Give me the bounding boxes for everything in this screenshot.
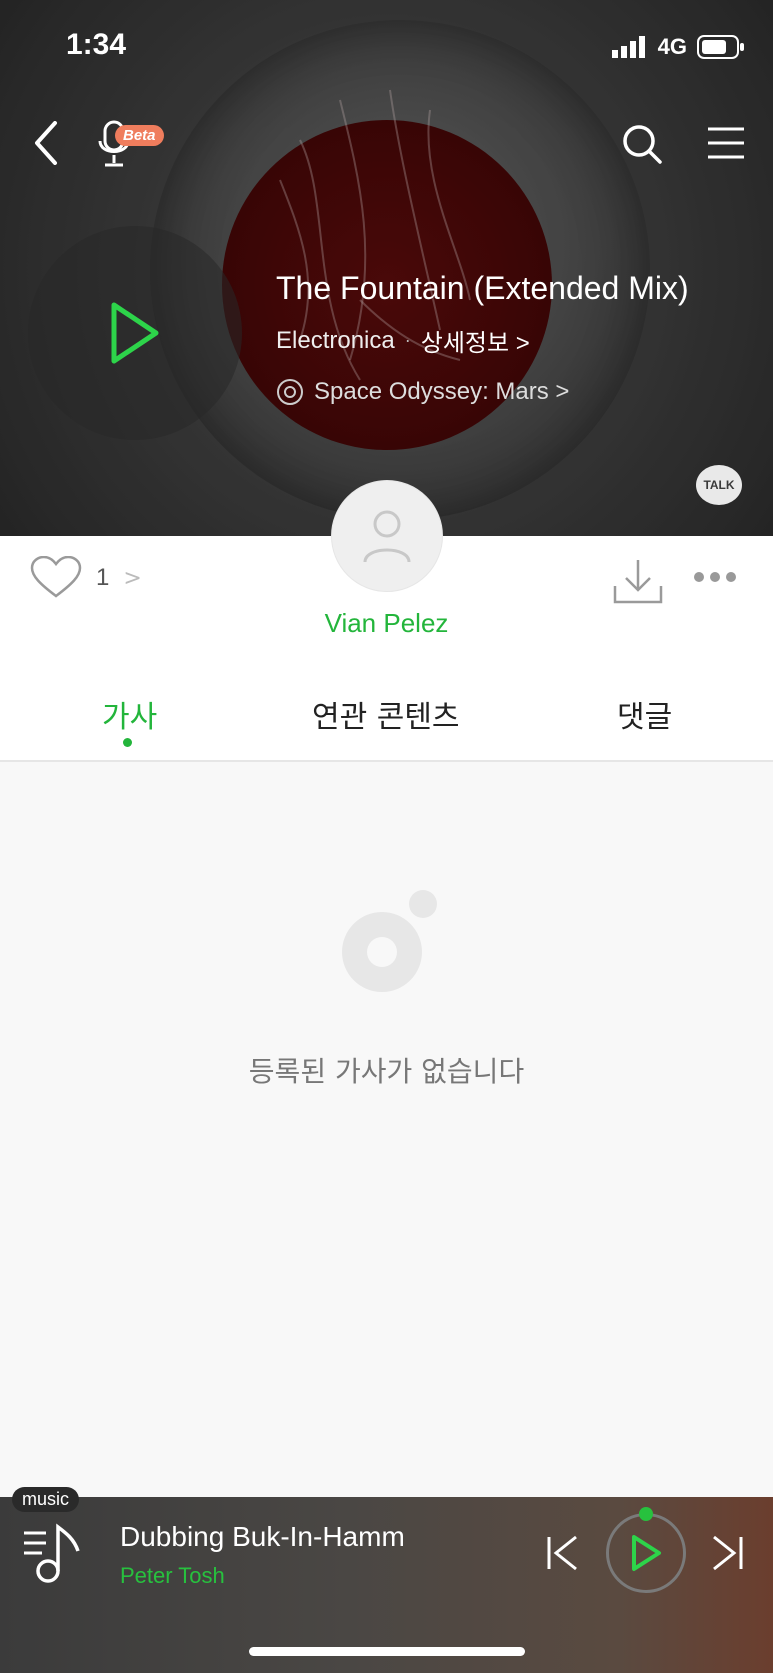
lyrics-empty-icon	[342, 890, 437, 992]
track-meta: The Fountain (Extended Mix) Electronica …	[276, 270, 689, 406]
menu-button[interactable]	[700, 120, 752, 166]
artist-name[interactable]: Vian Pelez	[0, 608, 773, 639]
back-button[interactable]	[24, 114, 68, 172]
active-tab-indicator	[123, 738, 132, 747]
lyrics-empty-message: 등록된 가사가 없습니다	[248, 1055, 525, 1088]
signal-icon	[611, 36, 645, 58]
playlist-icon	[24, 1523, 80, 1583]
tab-comments[interactable]: 댓글	[617, 692, 672, 736]
tab-lyrics[interactable]: 가사	[102, 692, 157, 736]
status-bar: 1:34 4G	[0, 0, 773, 96]
search-icon	[623, 125, 662, 164]
progress-indicator[interactable]	[639, 1507, 653, 1521]
more-icon	[694, 572, 704, 582]
separator-dot: ·	[404, 330, 411, 350]
tab-bar: 가사 연관 콘텐츠 댓글	[0, 666, 773, 762]
artist-avatar[interactable]	[331, 480, 443, 592]
detail-link[interactable]: 상세정보 >	[421, 323, 530, 358]
user-icon	[363, 510, 411, 563]
mini-player-artist[interactable]: Peter Tosh	[120, 1563, 225, 1589]
menu-icon	[708, 127, 744, 159]
music-badge: music	[12, 1487, 80, 1512]
download-icon	[613, 560, 663, 604]
more-button[interactable]	[694, 572, 736, 582]
prev-button[interactable]	[544, 1533, 580, 1577]
home-indicator	[249, 1647, 525, 1656]
play-icon	[111, 302, 159, 364]
download-button[interactable]	[612, 556, 664, 610]
heart-icon	[30, 556, 82, 598]
mini-player[interactable]: music Dubbing Buk-In-Hamm Peter Tosh	[0, 1487, 773, 1673]
network-label: 4G	[657, 34, 687, 59]
prev-icon	[547, 1535, 577, 1571]
kakao-talk-button[interactable]: TALK	[696, 465, 742, 505]
next-button[interactable]	[710, 1533, 746, 1577]
status-time: 1:34	[66, 28, 127, 61]
back-icon	[35, 121, 57, 165]
hero-play-button[interactable]	[28, 226, 242, 440]
like-count-chevron: >	[123, 565, 142, 591]
disc-icon	[277, 379, 303, 405]
lyrics-panel: 등록된 가사가 없습니다	[0, 762, 773, 1497]
track-genre: Electronica	[276, 326, 395, 354]
play-icon	[632, 1535, 661, 1571]
tab-related[interactable]: 연관 콘텐츠	[312, 692, 460, 736]
mini-player-song[interactable]: Dubbing Buk-In-Hamm	[120, 1521, 405, 1553]
mini-player-play-button[interactable]	[606, 1513, 686, 1593]
playlist-button[interactable]	[22, 1523, 82, 1589]
beta-badge: Beta	[115, 125, 164, 146]
battery-icon	[697, 35, 744, 59]
album-link[interactable]: Space Odyssey: Mars >	[276, 378, 689, 406]
like-button[interactable]: 1 >	[30, 556, 142, 600]
like-count: 1	[96, 564, 110, 591]
search-button[interactable]	[616, 118, 668, 170]
next-icon	[713, 1535, 743, 1571]
track-title: The Fountain (Extended Mix)	[276, 270, 689, 306]
album-name: Space Odyssey: Mars >	[314, 378, 570, 405]
